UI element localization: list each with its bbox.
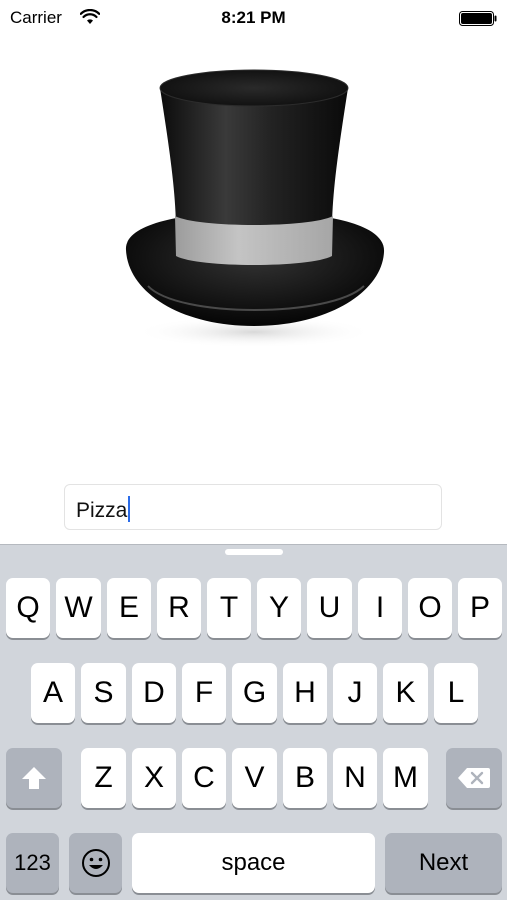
key-p[interactable]: P xyxy=(458,578,502,638)
key-f[interactable]: F xyxy=(182,663,226,723)
next-key[interactable]: Next xyxy=(385,833,502,893)
key-n[interactable]: N xyxy=(333,748,377,808)
key-e[interactable]: E xyxy=(107,578,151,638)
key-d[interactable]: D xyxy=(132,663,176,723)
key-z[interactable]: Z xyxy=(81,748,126,808)
key-c[interactable]: C xyxy=(182,748,226,808)
key-j[interactable]: J xyxy=(333,663,377,723)
delete-key[interactable] xyxy=(446,748,502,808)
shift-icon xyxy=(22,767,46,789)
emoji-key[interactable] xyxy=(69,833,122,893)
numbers-key[interactable]: 123 xyxy=(6,833,59,893)
text-field[interactable]: Pizza xyxy=(64,484,442,530)
key-q[interactable]: Q xyxy=(6,578,50,638)
key-a[interactable]: A xyxy=(31,663,75,723)
text-field-text: Pizza xyxy=(76,499,128,522)
delete-icon xyxy=(458,768,490,788)
keyboard: Q W E R T Y U I O P A S D F G H J K L Z … xyxy=(0,544,507,900)
status-time: 8:21 PM xyxy=(221,8,286,27)
top-hat-image xyxy=(125,69,385,348)
key-u[interactable]: U xyxy=(307,578,352,638)
key-i[interactable]: I xyxy=(358,578,402,638)
key-g[interactable]: G xyxy=(232,663,277,723)
key-x[interactable]: X xyxy=(132,748,176,808)
key-o[interactable]: O xyxy=(408,578,452,638)
key-t[interactable]: T xyxy=(207,578,251,638)
key-s[interactable]: S xyxy=(81,663,126,723)
text-field-value: Pizza xyxy=(76,496,131,523)
status-bar: Carrier 8:21 PM xyxy=(0,0,507,36)
key-k[interactable]: K xyxy=(383,663,428,723)
key-h[interactable]: H xyxy=(283,663,327,723)
emoji-icon xyxy=(81,849,110,877)
battery-icon xyxy=(459,11,497,26)
key-r[interactable]: R xyxy=(157,578,201,638)
key-m[interactable]: M xyxy=(383,748,428,808)
screen: Carrier 8:21 PM Pizza Q W E R T Y U I O … xyxy=(0,0,507,900)
space-key[interactable]: space xyxy=(132,833,375,893)
text-cursor xyxy=(128,496,131,522)
key-b[interactable]: B xyxy=(283,748,327,808)
shift-key[interactable] xyxy=(6,748,62,808)
key-l[interactable]: L xyxy=(434,663,478,723)
keyboard-grabber[interactable] xyxy=(225,549,283,555)
key-y[interactable]: Y xyxy=(257,578,301,638)
key-v[interactable]: V xyxy=(232,748,277,808)
key-w[interactable]: W xyxy=(56,578,101,638)
